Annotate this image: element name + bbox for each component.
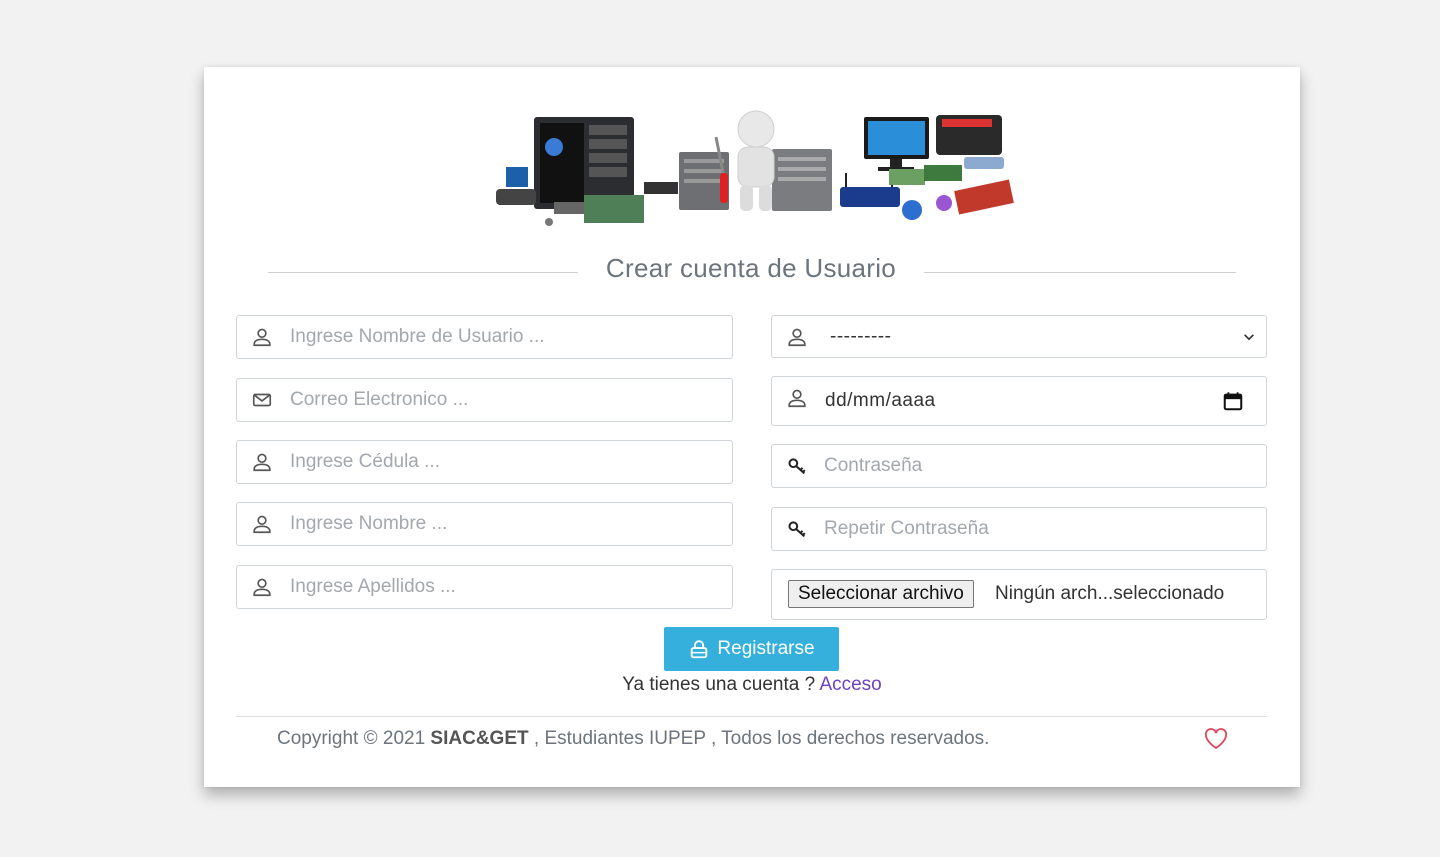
login-prompt: Ya tienes una cuenta ? Acceso	[204, 674, 1300, 696]
register-card: Crear cuenta de Usuario Ingrese Nombre d…	[204, 67, 1300, 787]
lock-icon	[691, 640, 708, 659]
file-upload-field[interactable]: Seleccionar archivo Ningún arch...selecc…	[771, 569, 1267, 620]
chevron-down-icon	[1244, 333, 1254, 340]
choose-file-button[interactable]: Seleccionar archivo	[788, 580, 974, 608]
login-prompt-text: Ya tienes una cuenta ?	[622, 674, 816, 695]
calendar-icon[interactable]	[1222, 390, 1244, 412]
cedula-placeholder: Ingrese Cédula ...	[290, 451, 440, 472]
file-status: Ningún arch...seleccionado	[995, 583, 1225, 604]
key-icon	[786, 455, 808, 477]
copyright-text: Copyright © 2021 SIAC&GET , Estudiantes …	[277, 728, 989, 750]
user-icon	[251, 451, 273, 473]
password-repeat-field[interactable]: Repetir Contraseña	[771, 507, 1267, 551]
heart-icon	[1205, 728, 1227, 750]
birthdate-value: dd/mm/aaaa	[825, 390, 936, 411]
username-placeholder: Ingrese Nombre de Usuario ...	[290, 326, 545, 347]
password-repeat-placeholder: Repetir Contraseña	[824, 518, 989, 539]
title-divider-left	[268, 272, 578, 273]
last-name-field[interactable]: Ingrese Apellidos ...	[236, 565, 733, 609]
username-field[interactable]: Ingrese Nombre de Usuario ...	[236, 315, 733, 359]
first-name-field[interactable]: Ingrese Nombre ...	[236, 502, 733, 546]
title-row: Crear cuenta de Usuario	[268, 253, 1236, 289]
copyright-suffix: , Estudiantes IUPEP , Todos los derechos…	[533, 728, 990, 749]
first-name-placeholder: Ingrese Nombre ...	[290, 513, 448, 534]
birthdate-field[interactable]: dd/mm/aaaa	[771, 376, 1267, 426]
envelope-icon	[251, 389, 273, 411]
page-title: Crear cuenta de Usuario	[605, 253, 897, 283]
last-name-placeholder: Ingrese Apellidos ...	[290, 576, 456, 597]
role-select[interactable]: ---------	[771, 315, 1267, 358]
hardware-banner-image	[496, 110, 1014, 226]
user-icon	[251, 326, 273, 348]
email-field[interactable]: Correo Electronico ...	[236, 378, 733, 422]
register-button-label: Registrarse	[717, 638, 815, 659]
key-icon	[786, 518, 808, 540]
cedula-field[interactable]: Ingrese Cédula ...	[236, 440, 733, 484]
password-placeholder: Contraseña	[824, 455, 923, 476]
password-field[interactable]: Contraseña	[771, 444, 1267, 488]
user-icon	[251, 513, 273, 535]
user-icon	[786, 326, 808, 348]
login-link[interactable]: Acceso	[819, 674, 881, 695]
copyright-prefix: Copyright © 2021	[277, 728, 426, 749]
role-select-value: ---------	[830, 325, 892, 347]
brand-name: SIAC&GET	[430, 728, 529, 749]
register-button[interactable]: Registrarse	[664, 627, 839, 671]
user-icon	[251, 576, 273, 598]
title-divider-right	[924, 272, 1236, 273]
user-icon	[786, 387, 808, 409]
email-placeholder: Correo Electronico ...	[290, 389, 469, 410]
footer-divider	[236, 716, 1267, 717]
